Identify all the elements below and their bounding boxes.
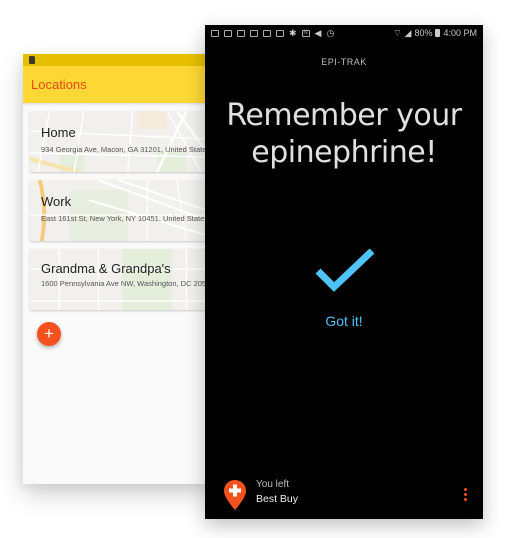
- notification-line-1: You left: [256, 479, 289, 490]
- reminder-headline: Remember your epinephrine!: [205, 97, 483, 171]
- location-name: Home: [41, 125, 76, 140]
- location-address: 1600 Pennsylvania Ave NW, Washington, DC…: [41, 279, 206, 288]
- confirm-check-button[interactable]: [312, 245, 378, 297]
- battery-percent: 80%: [414, 28, 433, 38]
- bluetooth-icon: ✱: [289, 27, 297, 38]
- map-thumbnail: [30, 111, 206, 172]
- location-list: Home 934 Georgia Ave, Macon, GA 31201, U…: [23, 103, 213, 310]
- alarm-icon: ◷: [326, 27, 335, 38]
- page-title: Locations: [31, 77, 87, 92]
- status-bar: ✱ N ◀ ◷ ⌔ ◢ 80% 4:00 PM: [205, 25, 483, 41]
- left-status-bar: [23, 54, 213, 66]
- got-it-button[interactable]: Got it!: [205, 313, 483, 329]
- sd-card-icon: [29, 56, 35, 64]
- battery-icon: [435, 29, 441, 37]
- wifi-icon: ⌔: [393, 27, 402, 38]
- notification-icons: ✱ N ◀ ◷: [211, 28, 334, 39]
- locations-screen: Locations Home 934 Georgia Ave, Macon, G…: [23, 54, 213, 484]
- headline-line-1: Remember your: [226, 98, 462, 133]
- dropbox-icon: [224, 29, 232, 37]
- clock: 4:00 PM: [443, 28, 477, 38]
- clipboard-icon: [276, 29, 284, 37]
- nfc-icon: N: [301, 29, 310, 37]
- location-name: Grandma & Grandpa's: [41, 261, 171, 276]
- location-address: East 161st St, New York, NY 10451, Unite…: [41, 214, 206, 223]
- mute-icon: ◀: [314, 27, 322, 38]
- location-pin-icon: [224, 480, 246, 510]
- headline-line-2: epinephrine!: [251, 135, 437, 170]
- location-name: Work: [41, 194, 72, 209]
- plus-icon: +: [44, 324, 54, 343]
- notification-place: Best Buy: [256, 493, 299, 505]
- geofence-notification[interactable]: You left Best Buy: [205, 473, 483, 519]
- image-icon: [211, 29, 219, 37]
- chat-icon: [237, 29, 245, 37]
- status-right: ⌔ ◢ 80% 4:00 PM: [393, 28, 477, 39]
- more-options-icon[interactable]: [464, 488, 468, 501]
- signal-icon: ◢: [404, 27, 412, 38]
- location-card-home[interactable]: Home 934 Georgia Ave, Macon, GA 31201, U…: [30, 111, 206, 172]
- left-app-bar: Locations: [23, 66, 213, 103]
- location-card-work[interactable]: Work East 161st St, New York, NY 10451, …: [30, 180, 206, 241]
- add-location-button[interactable]: +: [37, 322, 61, 346]
- location-address: 934 Georgia Ave, Macon, GA 31201, United…: [41, 145, 206, 154]
- checkmark-icon: [315, 248, 375, 292]
- reminder-screen: ✱ N ◀ ◷ ⌔ ◢ 80% 4:00 PM EPI-TRAK Remembe…: [205, 25, 483, 519]
- app-name: EPI-TRAK: [321, 57, 367, 67]
- messages-icon: [250, 29, 258, 37]
- map-thumbnail: [30, 180, 206, 241]
- location-card-grandparents[interactable]: Grandma & Grandpa's 1600 Pennsylvania Av…: [30, 249, 206, 310]
- mail-icon: [263, 29, 271, 37]
